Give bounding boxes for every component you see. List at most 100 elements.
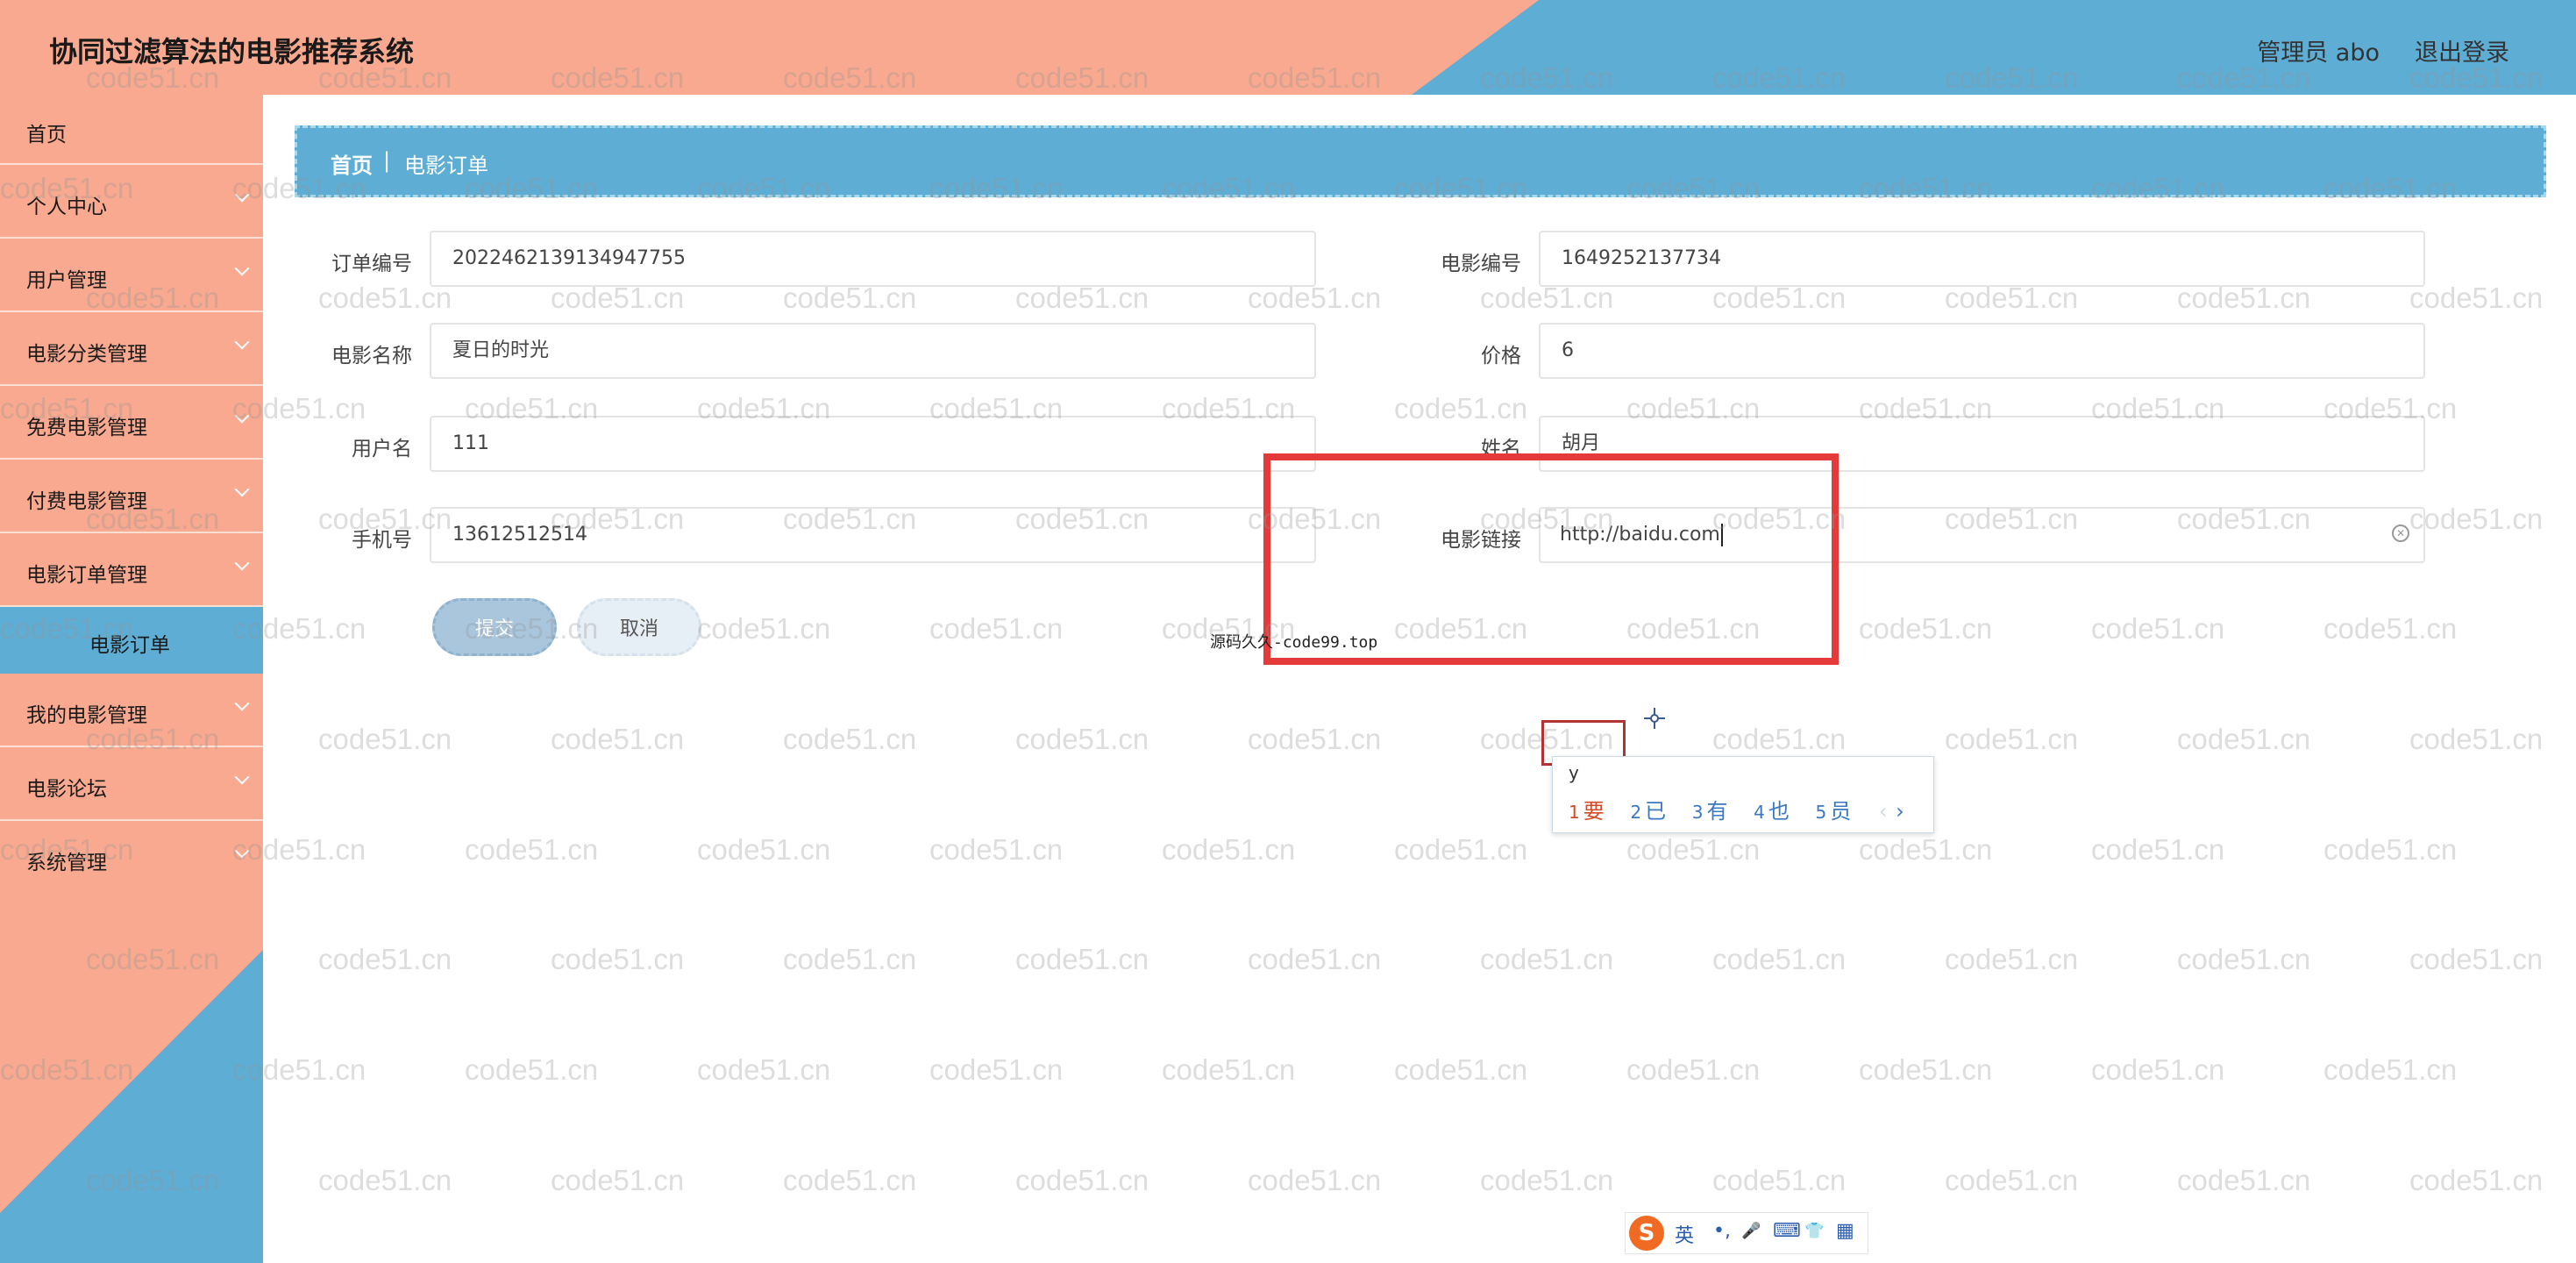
sidebar-item-label: 系统管理: [26, 852, 107, 874]
ime-candidate-number: 1: [1569, 802, 1580, 823]
sidebar-item-my-movies[interactable]: 我的电影管理: [0, 674, 263, 747]
sidebar-item-system[interactable]: 系统管理: [0, 821, 263, 895]
chevron-down-icon: [234, 843, 250, 859]
cancel-button[interactable]: 取消: [577, 598, 701, 656]
watermark-text: code51.cn: [2409, 282, 2544, 314]
ime-candidate-number: 5: [1815, 802, 1827, 823]
sidebar-item-label: 电影订单管理: [26, 564, 147, 587]
sidebar-item-label: 电影订单: [89, 634, 170, 657]
ime-language-toggle[interactable]: 英: [1675, 1220, 1694, 1248]
sidebar-item-label: 电影论坛: [26, 778, 107, 801]
ime-candidate-number: 4: [1754, 802, 1765, 823]
watermark-text: code51.cn: [1712, 1164, 1847, 1196]
watermark-text: code51.cn: [783, 1164, 917, 1196]
microphone-icon[interactable]: 🎤: [1741, 1222, 1761, 1240]
watermark-text: code51.cn: [551, 1164, 685, 1196]
ime-composition-text: y: [1569, 762, 1579, 783]
chevron-down-icon: [234, 769, 250, 785]
sidebar-item-paid-movies[interactable]: 付费电影管理: [0, 460, 263, 533]
phone-field[interactable]: 13612512514: [430, 507, 1316, 563]
ime-candidate[interactable]: 2已: [1630, 794, 1666, 824]
watermark-text: code51.cn: [1162, 833, 1296, 866]
watermark-text: code51.cn: [1945, 943, 2079, 975]
sidebar: 首页 个人中心 用户管理 电影分类管理 免费电影管理 付费电影管理 电影订单管理…: [0, 95, 263, 1263]
chevron-down-icon: [234, 408, 250, 424]
watermark-text: code51.cn: [1162, 1053, 1296, 1086]
watermark-text: code51.cn: [2323, 833, 2458, 866]
watermark-text: code51.cn: [465, 833, 599, 866]
sidebar-item-profile[interactable]: 个人中心: [0, 165, 263, 239]
watermark-text: code51.cn: [2177, 723, 2311, 755]
ime-candidate-number: 2: [1630, 802, 1642, 823]
sidebar-item-free-movies[interactable]: 免费电影管理: [0, 386, 263, 460]
ime-next-page-icon[interactable]: ›: [1896, 799, 1904, 824]
logout-link[interactable]: 退出登录: [2415, 33, 2509, 68]
watermark-text: code51.cn: [2409, 1164, 2544, 1196]
movie-name-field[interactable]: 夏日的时光: [430, 323, 1316, 379]
sidebar-item-movie-categories[interactable]: 电影分类管理: [0, 312, 263, 386]
watermark-text: code51.cn: [929, 1053, 1064, 1086]
ime-candidate-window: y 1要 2已 3有 4也 5员 ‹ ›: [1552, 756, 1934, 833]
ime-candidate-text: 有: [1706, 799, 1728, 824]
watermark-text: code51.cn: [2409, 943, 2544, 975]
sidebar-item-users[interactable]: 用户管理: [0, 239, 263, 312]
order-no-field[interactable]: 2022462139134947755: [430, 231, 1316, 287]
ime-candidate-text: 员: [1830, 799, 1852, 824]
keyboard-icon[interactable]: ⌨: [1773, 1220, 1801, 1242]
sidebar-subitem-movie-order[interactable]: 电影订单: [0, 607, 263, 674]
watermark-text: code51.cn: [2409, 723, 2544, 755]
watermark-text: code51.cn: [1394, 1053, 1528, 1086]
ime-candidate[interactable]: 1要: [1569, 794, 1605, 824]
watermark-text: code51.cn: [929, 833, 1064, 866]
sidebar-item-label: 首页: [26, 124, 67, 146]
breadcrumb-separator: |: [383, 148, 391, 173]
ime-candidate[interactable]: 3有: [1692, 794, 1728, 824]
ime-punctuation-icon[interactable]: •,: [1713, 1220, 1731, 1242]
ime-candidate-number: 3: [1691, 802, 1704, 823]
order-no-label: 订单编号: [331, 253, 412, 275]
ime-candidate[interactable]: 5员: [1816, 794, 1852, 824]
sidebar-item-home[interactable]: 首页: [0, 95, 263, 165]
ime-candidate-text: 要: [1583, 799, 1605, 824]
ime-prev-page-icon[interactable]: ‹: [1879, 799, 1888, 824]
watermark-text: code51.cn: [2091, 833, 2225, 866]
app-header: 协同过滤算法的电影推荐系统 管理员 abo 退出登录: [0, 0, 2576, 95]
watermark-text: code51.cn: [2323, 612, 2458, 645]
watermark-text: code51.cn: [465, 1053, 599, 1086]
watermark-text: code51.cn: [2091, 1053, 2225, 1086]
sidebar-item-forum[interactable]: 电影论坛: [0, 747, 263, 821]
app-title: 协同过滤算法的电影推荐系统: [49, 35, 415, 68]
chevron-down-icon: [234, 334, 250, 350]
phone-label: 手机号: [352, 529, 412, 552]
breadcrumb-home-link[interactable]: 首页: [331, 148, 373, 179]
submit-button[interactable]: 提交: [432, 598, 557, 656]
watermark-text: code51.cn: [929, 612, 1064, 645]
apps-icon[interactable]: ▦: [1836, 1220, 1854, 1242]
watermark-text: code51.cn: [1945, 1164, 2079, 1196]
price-field[interactable]: 6: [1539, 323, 2425, 379]
watermark-text: code51.cn: [1945, 723, 2079, 755]
movie-no-field[interactable]: 1649252137734: [1539, 231, 2425, 287]
breadcrumb: 首页 | 电影订单: [295, 125, 2546, 197]
ime-candidate[interactable]: 4也: [1754, 794, 1790, 824]
movie-no-label: 电影编号: [1441, 253, 1521, 275]
watermark-text: code51.cn: [783, 943, 917, 975]
chevron-down-icon: [234, 482, 250, 497]
sidebar-item-movie-orders[interactable]: 电影订单管理: [0, 533, 263, 607]
watermark-text: code51.cn: [1859, 1053, 1993, 1086]
sidebar-item-label: 个人中心: [26, 196, 107, 218]
chevron-down-icon: [234, 187, 250, 203]
username-field[interactable]: 111: [430, 416, 1316, 472]
watermark-text: code51.cn: [1480, 1164, 1614, 1196]
sidebar-item-label: 电影分类管理: [26, 343, 147, 366]
watermark-text: code51.cn: [2177, 1164, 2311, 1196]
chevron-down-icon: [234, 555, 250, 571]
skin-icon[interactable]: 👕: [1804, 1222, 1824, 1240]
sogou-logo-icon[interactable]: S: [1629, 1216, 1664, 1251]
sidebar-item-label: 我的电影管理: [26, 704, 147, 727]
watermark-text: code51.cn: [697, 833, 831, 866]
clear-icon[interactable]: ✕: [2392, 524, 2409, 542]
watermark-text: code51.cn: [1394, 392, 1528, 425]
watermark-text: code51.cn: [318, 723, 452, 755]
watermark-text: code51.cn: [1712, 723, 1847, 755]
